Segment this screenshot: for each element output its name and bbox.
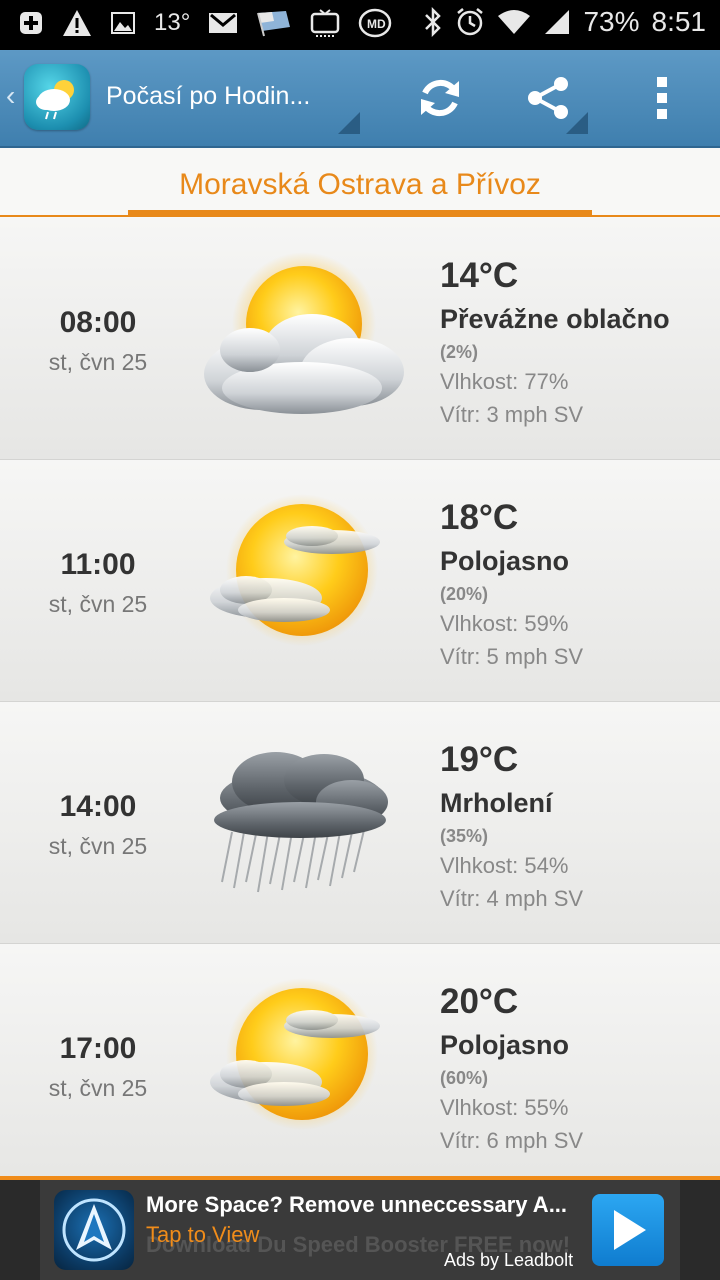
forecast-row[interactable]: 17:00 st, čvn 25 20°C Polojasno (60%) Vl… — [0, 944, 720, 1186]
ad-content[interactable]: Download Du Speed Booster FREE now! More… — [40, 1180, 680, 1280]
forecast-condition: Převážne oblačno — [440, 304, 670, 334]
tv-icon — [310, 8, 340, 38]
location-name[interactable]: Moravská Ostrava a Přívoz — [0, 168, 720, 202]
status-time: 8:51 — [651, 6, 707, 37]
ad-banner[interactable]: Download Du Speed Booster FREE now! More… — [0, 1180, 720, 1280]
forecast-date: st, čvn 25 — [48, 591, 148, 617]
signal-icon — [543, 8, 571, 36]
flag-icon — [256, 9, 292, 37]
overflow-menu-icon — [657, 77, 667, 119]
forecast-humidity: Vlhkost: 55% — [440, 1095, 569, 1120]
forecast-row[interactable]: 11:00 st, čvn 25 18°C Polojasno (20%) Vl… — [0, 460, 720, 702]
refresh-icon — [421, 79, 459, 117]
status-bar: 13° MD 73% 8:51 — [0, 0, 720, 50]
svg-text:MD: MD — [367, 17, 386, 31]
forecast-time: 14:00 — [59, 790, 137, 823]
forecast-humidity: Vlhkost: 77% — [440, 369, 569, 394]
action-bar: ‹ Počasí po Hodin... — [0, 50, 720, 148]
back-chevron-icon[interactable]: ‹ — [6, 80, 15, 112]
location-divider — [0, 215, 720, 217]
share-dropdown-indicator-icon — [566, 112, 588, 134]
forecast-row[interactable]: 14:00 st, čvn 25 19°C Mrholení (35%) Vlh… — [0, 702, 720, 944]
forecast-list: 08:00 st, čvn 25 14°C Převážne oblačno (… — [0, 218, 720, 1186]
forecast-precip-chance: (2%) — [440, 342, 479, 362]
md-app-icon: MD — [358, 8, 392, 38]
partly-cloudy-icon — [192, 490, 412, 670]
play-icon — [614, 1210, 646, 1250]
image-icon — [110, 10, 136, 36]
ad-credit: Ads by Leadbolt — [444, 1250, 574, 1270]
status-temperature: 13° — [154, 9, 191, 36]
battery-percent: 73% — [583, 6, 640, 37]
mostly-cloudy-icon — [192, 248, 412, 428]
forecast-temperature: 19°C — [440, 740, 519, 779]
mail-icon — [208, 11, 238, 35]
app-title[interactable]: Počasí po Hodin... — [106, 82, 310, 111]
forecast-humidity: Vlhkost: 54% — [440, 853, 569, 878]
add-box-icon — [18, 10, 44, 36]
forecast-condition: Mrholení — [440, 788, 553, 818]
speed-booster-icon[interactable] — [54, 1190, 134, 1270]
drizzle-icon — [192, 732, 412, 912]
status-bar-system: 73% 8:51 — [423, 6, 706, 38]
forecast-date: st, čvn 25 — [48, 833, 148, 859]
forecast-condition: Polojasno — [440, 1030, 570, 1060]
overflow-menu-button[interactable] — [636, 72, 688, 124]
forecast-wind: Vítr: 4 mph SV — [440, 886, 584, 911]
app-logo-icon[interactable] — [24, 64, 90, 130]
forecast-time: 17:00 — [59, 1032, 137, 1065]
warning-icon — [62, 9, 92, 37]
forecast-date: st, čvn 25 — [48, 1075, 148, 1101]
forecast-wind: Vítr: 5 mph SV — [440, 644, 584, 669]
refresh-button[interactable] — [414, 72, 466, 124]
forecast-humidity: Vlhkost: 59% — [440, 611, 569, 636]
forecast-time: 11:00 — [60, 548, 136, 581]
alarm-icon — [455, 7, 485, 37]
title-dropdown-indicator-icon — [338, 112, 360, 134]
forecast-temperature: 18°C — [440, 498, 519, 537]
forecast-precip-chance: (20%) — [440, 584, 489, 604]
forecast-date: st, čvn 25 — [48, 349, 148, 375]
wifi-icon — [497, 8, 531, 36]
forecast-wind: Vítr: 3 mph SV — [440, 402, 584, 427]
location-header: Moravská Ostrava a Přívoz — [0, 148, 720, 218]
ad-play-button[interactable] — [592, 1194, 664, 1266]
forecast-precip-chance: (35%) — [440, 826, 489, 846]
forecast-time: 08:00 — [59, 306, 137, 339]
ad-subtitle[interactable]: Tap to View — [146, 1222, 259, 1248]
forecast-condition: Polojasno — [440, 546, 570, 576]
forecast-wind: Vítr: 6 mph SV — [440, 1128, 584, 1153]
bluetooth-icon — [423, 7, 443, 37]
forecast-precip-chance: (60%) — [440, 1068, 489, 1088]
forecast-temperature: 14°C — [440, 256, 519, 295]
forecast-temperature: 20°C — [440, 982, 519, 1021]
partly-cloudy-icon — [192, 974, 412, 1154]
ad-title[interactable]: More Space? Remove unneccessary A... — [146, 1192, 567, 1218]
status-bar-notifications: 13° MD — [18, 8, 392, 38]
forecast-row[interactable]: 08:00 st, čvn 25 14°C Převážne oblačno (… — [0, 218, 720, 460]
